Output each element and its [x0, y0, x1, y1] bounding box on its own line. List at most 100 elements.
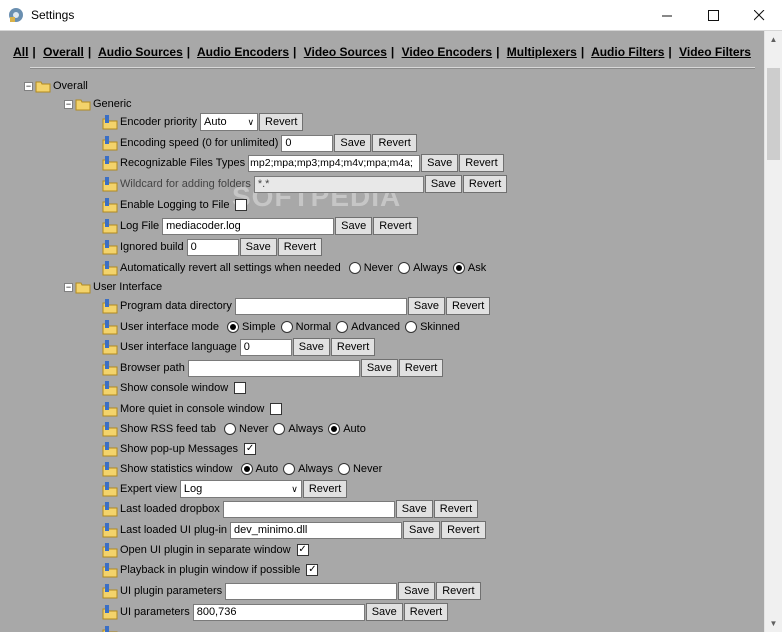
- scroll-down-icon[interactable]: ▼: [765, 615, 782, 632]
- revert-button[interactable]: Revert: [373, 217, 418, 235]
- collapse-toggle[interactable]: −: [64, 282, 73, 292]
- playback-plugin-checkbox[interactable]: ✓: [306, 564, 319, 576]
- setting-ui-language: User interface language 0 Save Revert: [102, 337, 376, 357]
- wildcard-input[interactable]: *.*: [253, 175, 424, 193]
- vertical-scrollbar[interactable]: ▲ ▼: [764, 31, 782, 632]
- setting-open-ui-plugin: Open UI plugin in separate window ✓: [102, 540, 309, 560]
- radio-auto[interactable]: [328, 423, 341, 435]
- radio-advanced[interactable]: [336, 321, 349, 333]
- setting-icon: [102, 299, 118, 314]
- save-button[interactable]: Save: [424, 175, 462, 193]
- nav-audio-sources[interactable]: Audio Sources: [98, 45, 183, 59]
- revert-button[interactable]: Revert: [330, 338, 376, 356]
- radio-always[interactable]: [273, 423, 286, 435]
- window-title: Settings: [31, 8, 75, 22]
- setting-icon: [102, 381, 118, 396]
- radio-never[interactable]: [337, 463, 350, 475]
- save-button[interactable]: Save: [407, 297, 445, 315]
- minimize-icon: [661, 15, 672, 16]
- save-button[interactable]: Save: [335, 217, 373, 235]
- radio-ask[interactable]: [452, 262, 465, 274]
- collapse-toggle[interactable]: −: [64, 99, 73, 109]
- save-button[interactable]: Save: [398, 582, 436, 600]
- revert-button[interactable]: Revert: [277, 238, 323, 256]
- radio-always[interactable]: [398, 262, 411, 274]
- encoding-speed-input[interactable]: 0: [281, 134, 334, 152]
- nav-multiplexers[interactable]: Multiplexers: [507, 45, 577, 59]
- setting-rss-tab: Show RSS feed tab Never Always Auto: [102, 419, 366, 439]
- revert-button[interactable]: Revert: [302, 480, 348, 498]
- show-console-checkbox[interactable]: [234, 382, 247, 394]
- revert-button[interactable]: Revert: [433, 500, 479, 518]
- radio-never[interactable]: [348, 262, 361, 274]
- log-file-input[interactable]: mediacoder.log: [162, 217, 335, 235]
- setting-encoder-priority: Encoder priority Auto ∨ Revert: [102, 112, 304, 132]
- revert-button[interactable]: Revert: [459, 154, 504, 172]
- popup-messages-checkbox[interactable]: ✓: [244, 443, 257, 455]
- ui-plugin-params-input[interactable]: [225, 582, 398, 600]
- open-ui-plugin-checkbox[interactable]: ✓: [296, 544, 309, 556]
- nav-video-filters[interactable]: Video Filters: [679, 45, 751, 59]
- setting-wildcard: Wildcard for adding folders *.* Save Rev…: [102, 174, 508, 194]
- setting-show-console: Show console window: [102, 378, 247, 398]
- revert-button[interactable]: Revert: [403, 603, 449, 621]
- collapse-toggle[interactable]: −: [24, 81, 33, 91]
- browser-path-input[interactable]: [187, 359, 360, 377]
- last-dropbox-input[interactable]: [222, 500, 395, 518]
- encoder-priority-select[interactable]: Auto ∨: [200, 113, 259, 131]
- close-icon: [753, 9, 764, 20]
- setting-icon: [102, 198, 118, 213]
- recognizable-files-input[interactable]: mp2;mpa;mp3;mp4;m4v;mpa;m4a;: [248, 154, 421, 172]
- revert-button[interactable]: Revert: [462, 175, 508, 193]
- expert-view-select[interactable]: Log ∨: [179, 480, 302, 498]
- settings-panel: All | Overall | Audio Sources | Audio Encod…: [0, 31, 764, 632]
- radio-simple[interactable]: [227, 321, 240, 333]
- nav-audio-encoders[interactable]: Audio Encoders: [197, 45, 289, 59]
- enable-logging-checkbox[interactable]: [235, 199, 248, 211]
- setting-icon: [102, 240, 118, 255]
- radio-normal[interactable]: [280, 321, 293, 333]
- nav-all[interactable]: All: [13, 45, 28, 59]
- save-button[interactable]: Save: [292, 338, 330, 356]
- radio-skinned[interactable]: [405, 321, 418, 333]
- revert-button[interactable]: Revert: [445, 297, 491, 315]
- radio-always[interactable]: [283, 463, 296, 475]
- ignored-build-input[interactable]: 0: [186, 238, 239, 256]
- setting-browser-path: Browser path Save Revert: [102, 358, 444, 378]
- save-button[interactable]: Save: [239, 238, 277, 256]
- ui-language-input[interactable]: 0: [239, 338, 292, 356]
- setting-recognizable-files: Recognizable Files Types mp2;mpa;mp3;mp4…: [102, 153, 504, 173]
- maximize-button[interactable]: [690, 0, 736, 30]
- save-button[interactable]: Save: [403, 521, 441, 539]
- setting-icon: [102, 402, 118, 417]
- save-button[interactable]: Save: [365, 603, 403, 621]
- last-ui-plugin-input[interactable]: dev_minimo.dll: [230, 521, 403, 539]
- setting-popup-messages: Show pop-up Messages ✓: [102, 439, 257, 459]
- setting-icon: [102, 422, 118, 437]
- close-button[interactable]: [736, 0, 782, 30]
- nav-audio-filters[interactable]: Audio Filters: [591, 45, 664, 59]
- save-button[interactable]: Save: [360, 359, 398, 377]
- save-button[interactable]: Save: [334, 134, 372, 152]
- nav-overall[interactable]: Overall: [43, 45, 84, 59]
- more-quiet-checkbox[interactable]: [270, 403, 283, 415]
- setting-auto-revert: Automatically revert all settings when n…: [102, 258, 486, 278]
- save-button[interactable]: Save: [395, 500, 433, 518]
- revert-button[interactable]: Revert: [441, 521, 486, 539]
- radio-auto[interactable]: [240, 463, 253, 475]
- radio-never[interactable]: [224, 423, 237, 435]
- save-button[interactable]: Save: [421, 154, 459, 172]
- minimize-button[interactable]: [644, 0, 690, 30]
- revert-button[interactable]: Revert: [398, 359, 444, 377]
- nav-video-sources[interactable]: Video Sources: [304, 45, 387, 59]
- revert-button[interactable]: Revert: [436, 582, 481, 600]
- scrollbar-thumb[interactable]: [767, 68, 780, 160]
- nav-video-encoders[interactable]: Video Encoders: [402, 45, 492, 59]
- revert-button[interactable]: Revert: [259, 113, 304, 131]
- maximize-icon: [707, 9, 719, 21]
- scroll-up-icon[interactable]: ▲: [765, 31, 782, 48]
- revert-button[interactable]: Revert: [372, 134, 417, 152]
- folder-icon: [35, 81, 51, 93]
- program-data-dir-input[interactable]: [234, 297, 407, 315]
- ui-params-input[interactable]: 800,736: [192, 603, 365, 621]
